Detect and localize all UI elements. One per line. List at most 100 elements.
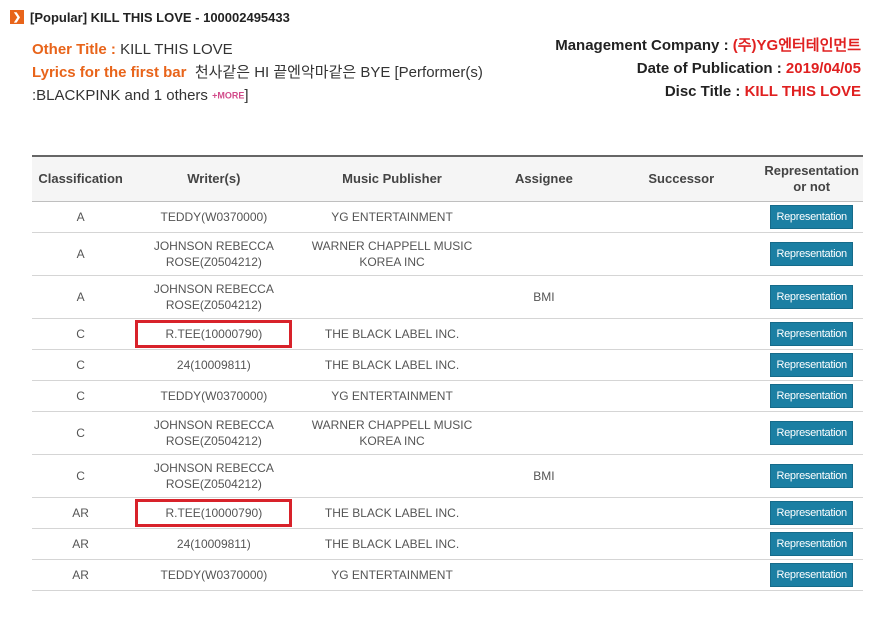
representation-button[interactable]: Representation: [770, 532, 853, 556]
cell-classification-text: A: [76, 210, 85, 224]
representation-button[interactable]: Representation: [770, 421, 853, 445]
cell-music-publisher: WARNER CHAPPELL MUSIC KOREA INC: [298, 411, 486, 455]
representation-button[interactable]: Representation: [770, 322, 853, 346]
table-header-row: Classification Writer(s) Music Publisher…: [32, 155, 863, 202]
cell-writer-text: JOHNSON REBECCA ROSE(Z0504212): [153, 239, 274, 269]
cell-classification-text: A: [76, 290, 85, 304]
cell-music-publisher-text: YG ENTERTAINMENT: [331, 389, 453, 403]
disc-title-value: KILL THIS LOVE: [744, 83, 861, 100]
table-row: AR R.TEE(10000790) THE BLACK LABEL INC. Rep…: [32, 497, 863, 529]
cell-successor: [602, 318, 761, 350]
other-title-row: Other Title : KILL THIS LOVE: [32, 38, 552, 61]
cell-music-publisher-text: THE BLACK LABEL INC.: [324, 358, 460, 372]
cell-writer: TEDDY(W0370000): [129, 559, 299, 591]
cell-classification-text: C: [76, 358, 85, 372]
cell-classification-text: C: [76, 389, 85, 403]
table-row: C JOHNSON REBECCA ROSE(Z0504212) BMI Repres…: [32, 454, 863, 498]
lyrics-label: Lyrics for the first bar: [32, 64, 187, 81]
cell-assignee: [485, 349, 603, 381]
cell-representation: Representation: [760, 559, 863, 591]
table-row: A TEDDY(W0370000) YG ENTERTAINMENT Represen…: [32, 201, 863, 233]
cell-music-publisher: YG ENTERTAINMENT: [298, 559, 486, 591]
management-company-row: Management Company : (주)YG엔터테인먼트: [555, 34, 861, 57]
song-info-right: Management Company : (주)YG엔터테인먼트 Date of…: [555, 34, 861, 103]
cell-successor: [602, 528, 761, 560]
representation-button[interactable]: Representation: [770, 285, 853, 309]
cell-classification: C: [32, 318, 130, 350]
cell-writer-text: TEDDY(W0370000): [160, 389, 268, 403]
cell-music-publisher: THE BLACK LABEL INC.: [298, 349, 486, 381]
cell-classification: C: [32, 454, 130, 498]
cell-classification-text: AR: [72, 568, 89, 582]
cell-representation: Representation: [760, 411, 863, 455]
cell-music-publisher: YG ENTERTAINMENT: [298, 380, 486, 412]
page-header: ❯ [Popular] KILL THIS LOVE - 10000249543…: [10, 8, 290, 26]
cell-writer-text: JOHNSON REBECCA ROSE(Z0504212): [153, 282, 274, 312]
highlighted-writer-box: R.TEE(10000790): [135, 499, 293, 527]
cell-music-publisher-text: YG ENTERTAINMENT: [331, 210, 453, 224]
cell-classification-text: AR: [72, 537, 89, 551]
cell-music-publisher-text: THE BLACK LABEL INC.: [324, 327, 460, 341]
representation-button[interactable]: Representation: [770, 353, 853, 377]
cell-representation: Representation: [760, 275, 863, 319]
cell-writer-text: TEDDY(W0370000): [160, 568, 268, 582]
lyrics-row: Lyrics for the first bar 천사같은 HI 끝엔악마같은 …: [32, 61, 552, 108]
cell-assignee: [485, 232, 603, 276]
cell-classification: A: [32, 275, 130, 319]
col-header-representation: Representation or not: [760, 155, 863, 202]
cell-assignee: [485, 318, 603, 350]
cell-assignee: [485, 497, 603, 529]
cell-writer: 24(10009811): [129, 349, 299, 381]
cell-writer-text: JOHNSON REBECCA ROSE(Z0504212): [153, 418, 274, 448]
more-link[interactable]: +MORE: [212, 91, 244, 101]
cell-writer-text: 24(10009811): [176, 537, 251, 551]
chevron-right-icon: ❯: [10, 10, 24, 24]
cell-music-publisher: THE BLACK LABEL INC.: [298, 528, 486, 560]
cell-successor: [602, 454, 761, 498]
cell-music-publisher: [298, 454, 486, 498]
cell-representation: Representation: [760, 528, 863, 560]
management-company-label: Management Company :: [555, 37, 729, 54]
cell-writer-text: TEDDY(W0370000): [160, 210, 268, 224]
cell-successor: [602, 349, 761, 381]
cell-classification: AR: [32, 497, 130, 529]
cell-assignee: [485, 559, 603, 591]
cell-assignee: BMI: [485, 275, 603, 319]
cell-successor: [602, 380, 761, 412]
col-header-writers: Writer(s): [129, 155, 299, 202]
other-title-value: KILL THIS LOVE: [120, 41, 233, 58]
representation-button[interactable]: Representation: [770, 563, 853, 587]
cell-representation: Representation: [760, 349, 863, 381]
cell-successor: [602, 497, 761, 529]
cell-classification: C: [32, 380, 130, 412]
cell-assignee: [485, 380, 603, 412]
cell-classification-text: C: [76, 327, 85, 341]
table-row: C TEDDY(W0370000) YG ENTERTAINMENT Represen…: [32, 380, 863, 412]
cell-music-publisher: THE BLACK LABEL INC.: [298, 318, 486, 350]
cell-assignee: [485, 411, 603, 455]
representation-button[interactable]: Representation: [770, 501, 853, 525]
disc-title-row: Disc Title : KILL THIS LOVE: [555, 80, 861, 103]
management-company-value: (주)YG엔터테인먼트: [732, 37, 861, 54]
cell-assignee: [485, 528, 603, 560]
cell-representation: Representation: [760, 497, 863, 529]
cell-music-publisher-text: YG ENTERTAINMENT: [331, 568, 453, 582]
cell-classification: AR: [32, 559, 130, 591]
representation-button[interactable]: Representation: [770, 242, 853, 266]
col-header-assignee: Assignee: [485, 155, 603, 202]
cell-writer: JOHNSON REBECCA ROSE(Z0504212): [129, 275, 299, 319]
table-row: A JOHNSON REBECCA ROSE(Z0504212) WARNER CH…: [32, 232, 863, 276]
representation-button[interactable]: Representation: [770, 384, 853, 408]
cell-music-publisher: WARNER CHAPPELL MUSIC KOREA INC: [298, 232, 486, 276]
table-row: AR TEDDY(W0370000) YG ENTERTAINMENT Represe…: [32, 559, 863, 591]
representation-button[interactable]: Representation: [770, 205, 853, 229]
song-info-left: Other Title : KILL THIS LOVE Lyrics for …: [32, 38, 552, 108]
representation-button[interactable]: Representation: [770, 464, 853, 488]
cell-representation: Representation: [760, 201, 863, 233]
cell-assignee: BMI: [485, 454, 603, 498]
cell-writer-text: JOHNSON REBECCA ROSE(Z0504212): [153, 461, 274, 491]
cell-music-publisher-text: THE BLACK LABEL INC.: [324, 537, 460, 551]
cell-music-publisher: [298, 275, 486, 319]
cell-classification-text: AR: [72, 506, 89, 520]
cell-writer: TEDDY(W0370000): [129, 201, 299, 233]
